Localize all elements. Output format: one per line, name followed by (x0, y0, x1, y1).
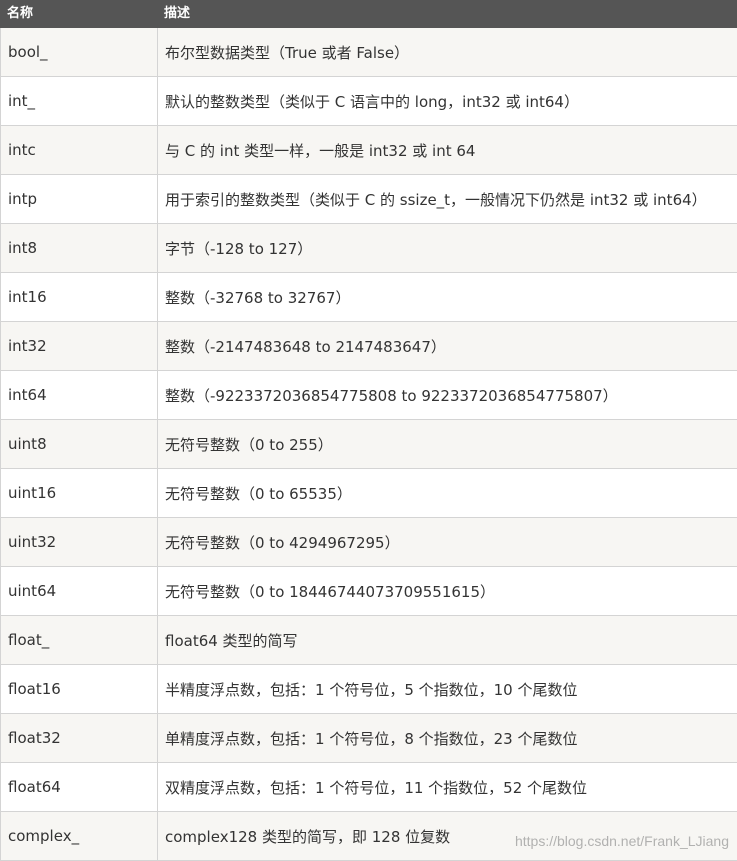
table-row: float32 单精度浮点数，包括：1 个符号位，8 个指数位，23 个尾数位 (1, 714, 737, 763)
type-name: float_ (1, 616, 158, 665)
type-name: int_ (1, 77, 158, 126)
table-row: intp 用于索引的整数类型（类似于 C 的 ssize_t，一般情况下仍然是 … (1, 175, 737, 224)
type-name: float64 (1, 763, 158, 812)
type-name: complex_ (1, 812, 158, 861)
type-name: uint16 (1, 469, 158, 518)
type-name: uint8 (1, 420, 158, 469)
type-description: 整数（-2147483648 to 2147483647） (158, 322, 737, 371)
table-row: intc 与 C 的 int 类型一样，一般是 int32 或 int 64 (1, 126, 737, 175)
table-row: float64 双精度浮点数，包括：1 个符号位，11 个指数位，52 个尾数位 (1, 763, 737, 812)
type-description: 无符号整数（0 to 4294967295） (158, 518, 737, 567)
table-row: int8 字节（-128 to 127） (1, 224, 737, 273)
type-description: 无符号整数（0 to 18446744073709551615） (158, 567, 737, 616)
table-row: uint32 无符号整数（0 to 4294967295） (1, 518, 737, 567)
type-name: intp (1, 175, 158, 224)
type-description: 双精度浮点数，包括：1 个符号位，11 个指数位，52 个尾数位 (158, 763, 737, 812)
table-row: uint64 无符号整数（0 to 18446744073709551615） (1, 567, 737, 616)
table-row: bool_ 布尔型数据类型（True 或者 False） (1, 28, 737, 77)
type-description: 布尔型数据类型（True 或者 False） (158, 28, 737, 77)
table-row: uint16 无符号整数（0 to 65535） (1, 469, 737, 518)
type-description: 整数（-9223372036854775808 to 9223372036854… (158, 371, 737, 420)
type-description: float64 类型的简写 (158, 616, 737, 665)
header-description: 描述 (158, 1, 737, 28)
type-name: intc (1, 126, 158, 175)
table-row: int32 整数（-2147483648 to 2147483647） (1, 322, 737, 371)
table-header-row: 名称 描述 (1, 1, 737, 28)
type-description: 无符号整数（0 to 65535） (158, 469, 737, 518)
header-name: 名称 (1, 1, 158, 28)
type-name: int32 (1, 322, 158, 371)
type-description: 无符号整数（0 to 255） (158, 420, 737, 469)
type-name: uint64 (1, 567, 158, 616)
type-description: 用于索引的整数类型（类似于 C 的 ssize_t，一般情况下仍然是 int32… (158, 175, 737, 224)
data-types-table: 名称 描述 bool_ 布尔型数据类型（True 或者 False） int_ … (0, 0, 737, 861)
type-name: float16 (1, 665, 158, 714)
table-row: int_ 默认的整数类型（类似于 C 语言中的 long，int32 或 int… (1, 77, 737, 126)
type-description: 整数（-32768 to 32767） (158, 273, 737, 322)
type-description: 默认的整数类型（类似于 C 语言中的 long，int32 或 int64） (158, 77, 737, 126)
type-name: int64 (1, 371, 158, 420)
type-name: uint32 (1, 518, 158, 567)
table-row: float16 半精度浮点数，包括：1 个符号位，5 个指数位，10 个尾数位 (1, 665, 737, 714)
type-name: int16 (1, 273, 158, 322)
table-row: float_ float64 类型的简写 (1, 616, 737, 665)
type-description: 半精度浮点数，包括：1 个符号位，5 个指数位，10 个尾数位 (158, 665, 737, 714)
type-name: int8 (1, 224, 158, 273)
type-description: 与 C 的 int 类型一样，一般是 int32 或 int 64 (158, 126, 737, 175)
watermark: https://blog.csdn.net/Frank_LJiang (515, 833, 729, 849)
table-row: int16 整数（-32768 to 32767） (1, 273, 737, 322)
type-name: float32 (1, 714, 158, 763)
type-description: 单精度浮点数，包括：1 个符号位，8 个指数位，23 个尾数位 (158, 714, 737, 763)
table-row: int64 整数（-9223372036854775808 to 9223372… (1, 371, 737, 420)
table-row: uint8 无符号整数（0 to 255） (1, 420, 737, 469)
type-description: 字节（-128 to 127） (158, 224, 737, 273)
type-name: bool_ (1, 28, 158, 77)
